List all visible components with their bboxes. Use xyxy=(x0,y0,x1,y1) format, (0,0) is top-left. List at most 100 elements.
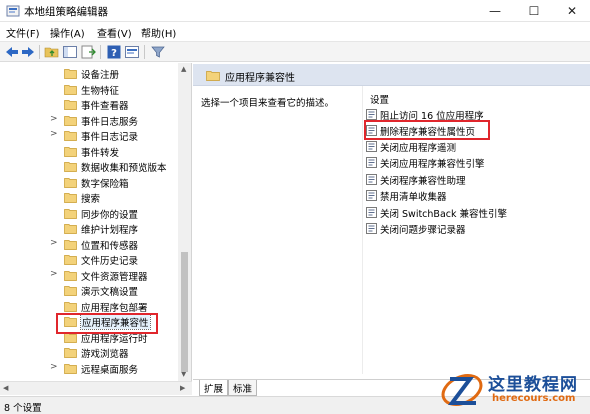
menu-action[interactable]: 操作(A) xyxy=(50,25,85,40)
setting-column-header[interactable]: 设置 xyxy=(370,92,389,106)
tree-item[interactable]: > 事件日志服务 xyxy=(0,113,178,129)
policy-label: 关闭应用程序遥测 xyxy=(380,143,457,154)
folder-icon xyxy=(64,255,77,265)
policy-label: 禁用清单收集器 xyxy=(380,192,447,203)
policy-item[interactable]: 关闭应用程序遥测 xyxy=(364,139,564,154)
scroll-right-icon[interactable]: ▶ xyxy=(180,384,185,392)
policy-setting-icon xyxy=(366,157,377,168)
chevron-right-icon[interactable]: > xyxy=(50,114,58,124)
column-divider xyxy=(362,86,363,374)
folder-icon xyxy=(64,84,77,95)
tree-item-label: 生物特征 xyxy=(81,85,120,97)
folder-icon xyxy=(64,208,77,219)
tree-scroll-thumb[interactable] xyxy=(181,252,188,372)
tree-item[interactable]: > 事件日志记录 xyxy=(0,128,178,144)
tree-item[interactable]: 生物特征 xyxy=(0,82,178,98)
menu-view[interactable]: 查看(V) xyxy=(97,25,132,40)
tree-item[interactable]: 文件历史记录 xyxy=(0,252,178,268)
folder-icon xyxy=(64,301,77,312)
tree-item-label: 游戏浏览器 xyxy=(81,349,129,360)
tree-item[interactable]: 同步你的设置 xyxy=(0,206,178,222)
policy-label: 关闭程序兼容性助理 xyxy=(380,176,466,187)
tab-standard[interactable]: 标准 xyxy=(228,380,258,396)
filter-icon[interactable] xyxy=(150,44,166,60)
tree-item-label: 数据收集和预览版本 xyxy=(81,163,167,174)
menu-bar: 文件(F) 操作(A) 查看(V) 帮助(H) xyxy=(0,23,590,41)
policy-item[interactable]: 关闭问题步骤记录器 xyxy=(364,221,564,236)
tree-item[interactable]: 事件转发 xyxy=(0,144,178,160)
tree-item[interactable]: 搜索 xyxy=(0,190,178,206)
folder-icon xyxy=(64,348,77,358)
chevron-right-icon[interactable]: > xyxy=(50,269,58,279)
window-title: 本地组策略编辑器 xyxy=(24,6,108,18)
folder-icon xyxy=(64,162,77,172)
watermark-url: herecours.com xyxy=(492,393,576,404)
menu-help[interactable]: 帮助(H) xyxy=(141,25,176,40)
description-text: 选择一个项目来查看它的描述。 xyxy=(201,98,335,109)
tree-item[interactable]: > 远程桌面服务 xyxy=(0,361,178,377)
forward-arrow-icon[interactable] xyxy=(20,44,36,60)
export-list-icon[interactable] xyxy=(80,44,96,60)
policy-setting-icon xyxy=(366,174,377,185)
tree-item-label: 位置和传感器 xyxy=(81,240,139,252)
tree-item[interactable]: 应用程序包部署 xyxy=(0,299,178,315)
tree-item[interactable]: 设备注册 xyxy=(0,66,178,82)
folder-icon xyxy=(64,115,77,126)
watermark-name: 这里教程网 xyxy=(488,375,578,395)
tree-item[interactable]: > 文件资源管理器 xyxy=(0,268,178,284)
close-button[interactable]: ✕ xyxy=(553,0,590,22)
tree-item[interactable]: 数据收集和预览版本 xyxy=(0,159,178,175)
policy-setting-icon xyxy=(366,190,377,201)
tree-item-label: 文件资源管理器 xyxy=(81,271,148,283)
help-icon[interactable]: ? xyxy=(106,44,122,60)
site-watermark: 这里教程网 herecours.com xyxy=(440,366,590,414)
folder-icon xyxy=(64,131,77,141)
folder-icon xyxy=(64,239,77,250)
status-text: 8 个设置 xyxy=(4,403,42,414)
group-policy-icon xyxy=(6,5,20,17)
chevron-right-icon[interactable]: > xyxy=(50,238,58,248)
properties-icon[interactable] xyxy=(124,44,140,60)
folder-icon xyxy=(64,193,77,203)
highlight-box xyxy=(56,313,158,334)
show-hide-tree-icon[interactable] xyxy=(62,44,78,60)
tree-item[interactable]: 事件查看器 xyxy=(0,97,178,113)
menu-file[interactable]: 文件(F) xyxy=(6,25,40,40)
detail-title: 应用程序兼容性 xyxy=(225,73,295,84)
chevron-right-icon[interactable]: > xyxy=(50,362,58,372)
tree-item[interactable]: 数字保险箱 xyxy=(0,175,178,191)
folder-icon xyxy=(64,224,77,234)
tree-item-label: 演示文稿设置 xyxy=(81,287,139,298)
policy-item[interactable]: 关闭程序兼容性助理 xyxy=(364,172,564,187)
policy-item[interactable]: 禁用清单收集器 xyxy=(364,188,564,203)
scroll-left-icon[interactable]: ◀ xyxy=(3,384,8,392)
tree-item[interactable]: 维护计划程序 xyxy=(0,221,178,237)
tree-item[interactable]: 演示文稿设置 xyxy=(0,283,178,299)
policy-setting-icon xyxy=(366,207,377,218)
chevron-right-icon[interactable]: > xyxy=(50,129,58,139)
up-folder-icon[interactable] xyxy=(44,44,60,60)
policy-label: 关闭应用程序兼容性引擎 xyxy=(380,159,485,170)
tree-item[interactable]: 游戏浏览器 xyxy=(0,345,178,361)
minimize-button[interactable]: — xyxy=(476,0,514,22)
maximize-button[interactable]: ☐ xyxy=(515,0,553,22)
tree-item-label: 事件转发 xyxy=(81,147,120,159)
folder-icon xyxy=(64,177,77,188)
site-logo-icon xyxy=(441,373,483,407)
tree-item-label: 设备注册 xyxy=(81,70,120,81)
svg-text:?: ? xyxy=(111,48,117,59)
policy-item[interactable]: 关闭 SwitchBack 兼容性引擎 xyxy=(364,205,564,220)
folder-icon xyxy=(64,270,77,281)
policy-item[interactable]: 关闭应用程序兼容性引擎 xyxy=(364,155,564,170)
tab-extended[interactable]: 扩展 xyxy=(199,380,229,396)
tree-horizontal-scrollbar[interactable]: ◀ ▶ xyxy=(0,381,192,395)
highlight-box xyxy=(364,120,490,140)
back-arrow-icon[interactable] xyxy=(4,44,20,60)
tree-item-label: 文件历史记录 xyxy=(81,256,139,267)
scroll-up-icon[interactable]: ▲ xyxy=(181,65,186,73)
policy-setting-icon xyxy=(366,141,377,152)
folder-icon xyxy=(64,100,77,110)
tree-item[interactable]: > 位置和传感器 xyxy=(0,237,178,253)
policy-label: 关闭问题步骤记录器 xyxy=(380,225,466,236)
policy-setting-icon xyxy=(366,109,377,120)
